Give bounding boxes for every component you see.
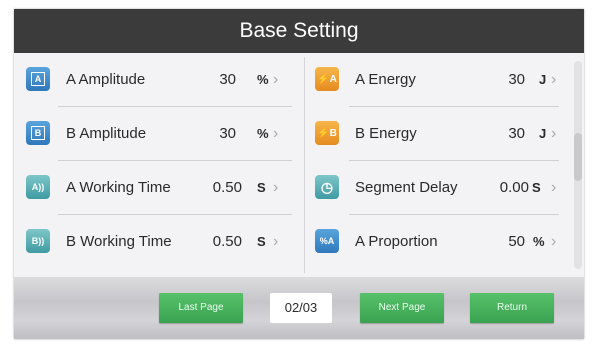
setting-value: 0.50 — [212, 233, 242, 250]
setting-row-a-working-time[interactable]: A)) A Working Time 0.50 S › — [14, 161, 304, 215]
working-time-a-icon: A)) — [26, 175, 50, 199]
segment-delay-icon: ◷ — [315, 175, 339, 199]
setting-row-a-amplitude[interactable]: A A Amplitude 30 % › — [14, 53, 304, 107]
setting-row-b-working-time[interactable]: B)) B Working Time 0.50 S › — [14, 215, 304, 269]
setting-unit: J — [539, 72, 547, 87]
setting-row-segment-delay[interactable]: ◷ Segment Delay 0.00 S › — [305, 161, 571, 215]
setting-unit: % — [257, 72, 269, 87]
setting-label: A Proportion — [355, 233, 438, 250]
setting-unit: S — [257, 180, 266, 195]
setting-unit: S — [257, 234, 266, 249]
chevron-right-icon: › — [551, 233, 557, 250]
setting-row-b-amplitude[interactable]: B B Amplitude 30 % › — [14, 107, 304, 161]
setting-unit: S — [532, 180, 541, 195]
setting-label: A Working Time — [66, 179, 171, 196]
return-button[interactable]: Return — [470, 293, 554, 323]
scrollbar[interactable] — [574, 61, 582, 269]
proportion-a-icon: %A — [315, 229, 339, 253]
energy-a-icon: ⚡A — [315, 67, 339, 91]
amplitude-b-icon: B — [26, 121, 50, 145]
energy-b-icon: ⚡B — [315, 121, 339, 145]
chevron-right-icon: › — [551, 71, 557, 88]
setting-unit: J — [539, 126, 547, 141]
setting-label: Segment Delay — [355, 179, 458, 196]
footer-bar: Last Page 02/03 Next Page Return — [14, 277, 584, 339]
setting-value: 50 — [508, 233, 525, 250]
last-page-button[interactable]: Last Page — [159, 293, 243, 323]
setting-row-a-energy[interactable]: ⚡A A Energy 30 J › — [305, 53, 571, 107]
chevron-right-icon: › — [273, 125, 279, 142]
chevron-right-icon: › — [273, 179, 279, 196]
chevron-right-icon: › — [551, 125, 557, 142]
next-page-button[interactable]: Next Page — [360, 293, 444, 323]
settings-panel: A A Amplitude 30 % › B B Amplitude 30 % … — [14, 53, 584, 277]
setting-label: B Working Time — [66, 233, 172, 250]
setting-value: 30 — [508, 71, 525, 88]
setting-value: 0.50 — [212, 179, 242, 196]
setting-label: A Amplitude — [66, 71, 146, 88]
working-time-b-icon: B)) — [26, 229, 50, 253]
chevron-right-icon: › — [273, 233, 279, 250]
setting-unit: % — [257, 126, 269, 141]
setting-row-b-energy[interactable]: ⚡B B Energy 30 J › — [305, 107, 571, 161]
touch-screen: Base Setting A A Amplitude 30 % › B B Am… — [14, 9, 584, 339]
scrollbar-thumb[interactable] — [574, 133, 582, 181]
setting-value: 0.00 — [499, 179, 529, 196]
setting-unit: % — [533, 234, 545, 249]
amplitude-a-icon: A — [26, 67, 50, 91]
setting-value: 30 — [219, 71, 236, 88]
setting-label: B Amplitude — [66, 125, 147, 142]
page-title: Base Setting — [14, 9, 584, 53]
setting-row-a-proportion[interactable]: %A A Proportion 50 % › — [305, 215, 571, 269]
setting-label: B Energy — [355, 125, 417, 142]
setting-value: 30 — [508, 125, 525, 142]
chevron-right-icon: › — [551, 179, 557, 196]
page-indicator: 02/03 — [270, 293, 332, 323]
setting-label: A Energy — [355, 71, 416, 88]
chevron-right-icon: › — [273, 71, 279, 88]
setting-value: 30 — [219, 125, 236, 142]
